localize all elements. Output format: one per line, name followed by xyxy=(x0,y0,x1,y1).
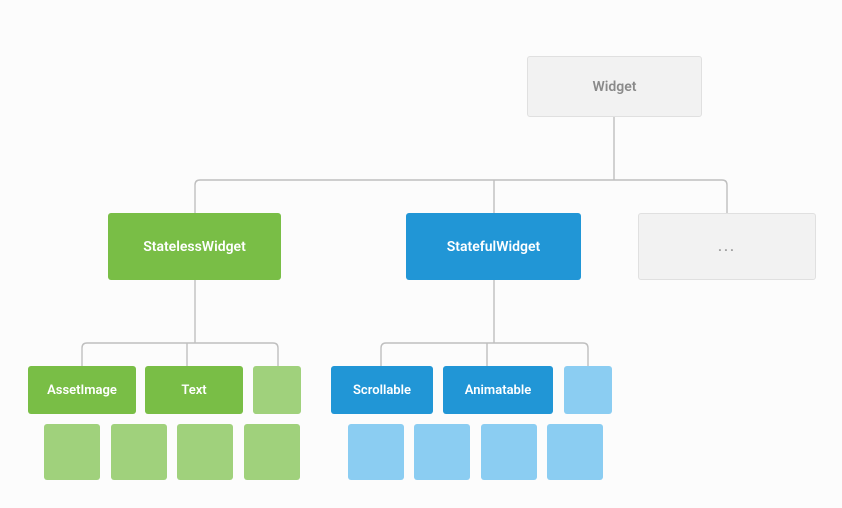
stateless-placeholder-3 xyxy=(111,424,167,480)
stateful-placeholder-2 xyxy=(348,424,404,480)
stateless-placeholder-5 xyxy=(244,424,300,480)
more-label: ... xyxy=(718,239,736,255)
asset-image-node: AssetImage xyxy=(28,366,136,414)
animatable-node: Animatable xyxy=(443,366,553,414)
stateless-placeholder-1 xyxy=(253,366,301,414)
text-label: Text xyxy=(181,383,206,398)
text-node: Text xyxy=(145,366,243,414)
root-label: Widget xyxy=(592,79,636,95)
asset-image-label: AssetImage xyxy=(47,383,117,398)
stateful-placeholder-5 xyxy=(547,424,603,480)
stateful-label: StatefulWidget xyxy=(447,239,540,255)
widget-root-node: Widget xyxy=(527,56,702,117)
stateless-widget-node: StatelessWidget xyxy=(108,213,281,280)
animatable-label: Animatable xyxy=(465,383,531,398)
stateless-label: StatelessWidget xyxy=(143,239,246,255)
scrollable-node: Scrollable xyxy=(331,366,433,414)
stateless-placeholder-4 xyxy=(177,424,233,480)
stateful-widget-node: StatefulWidget xyxy=(406,213,581,280)
more-widgets-node: ... xyxy=(638,213,816,280)
stateful-placeholder-4 xyxy=(481,424,537,480)
stateful-placeholder-1 xyxy=(564,366,612,414)
stateful-placeholder-3 xyxy=(414,424,470,480)
stateless-placeholder-2 xyxy=(44,424,100,480)
scrollable-label: Scrollable xyxy=(353,383,411,398)
